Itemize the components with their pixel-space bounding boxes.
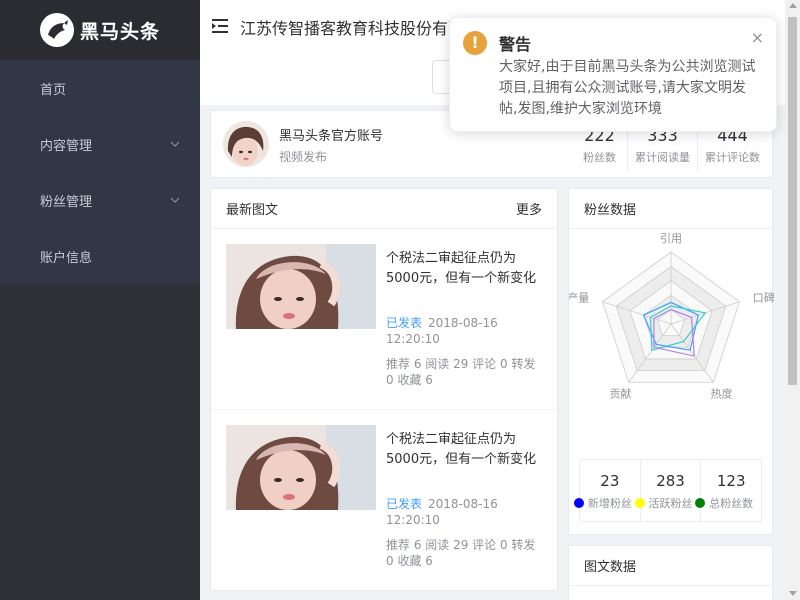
stat-value: 333 <box>647 129 678 145</box>
legend-dot <box>574 498 584 508</box>
sidebar: 黑马头条 首页 内容管理 粉丝管理 账户信息 <box>0 0 200 600</box>
article-status: 已发表 <box>386 316 423 330</box>
more-link[interactable]: 更多 <box>516 199 542 218</box>
card-header: 粉丝数据 <box>569 189 772 229</box>
scrollbar-thumb[interactable] <box>788 17 797 385</box>
fans-radar-chart: 引用口碑热度 贡献 产量 <box>569 231 774 401</box>
latest-articles-card: 最新图文 更多 个税法二审起征点仍为5000元，但有一个新变化 已发表 2018-… <box>210 188 558 591</box>
list-item[interactable]: 个税法二审起征点仍为5000元，但有一个新变化 已发表 2018-08-16 12… <box>211 229 557 409</box>
fan-stat-active: 283 活跃粉丝 <box>634 460 701 521</box>
article-stats: 推荐 6 阅读 29 评论 0 转发 0 收藏 6 <box>386 538 536 568</box>
fan-stat-value: 123 <box>716 472 746 490</box>
article-thumbnail <box>226 244 376 329</box>
fan-stats: 23 新增粉丝 283 活跃粉丝 123 总粉丝数 <box>574 459 762 522</box>
sidebar-item-label: 账户信息 <box>40 250 93 266</box>
fan-stat-label: 新增粉丝 <box>587 497 632 510</box>
article-title[interactable]: 个税法二审起征点仍为5000元，但有一个新变化 <box>386 430 546 470</box>
chevron-down-icon <box>170 197 180 203</box>
radar-axis-label: 贡献 <box>609 387 631 401</box>
sidebar-item-home[interactable]: 首页 <box>0 60 200 116</box>
fan-stat-label: 活跃粉丝 <box>648 497 693 510</box>
stat-label: 粉丝数 <box>583 151 616 164</box>
fans-data-card: 粉丝数据 引用口碑热度 贡献 产量 23 新增粉丝 283 活跃粉丝 123 总粉丝… <box>568 188 774 535</box>
article-stats: 推荐 6 阅读 29 评论 0 转发 0 收藏 6 <box>386 357 536 387</box>
avatar <box>223 121 269 167</box>
scroll-up-arrow-icon[interactable] <box>789 3 797 8</box>
page-scrollbar[interactable] <box>785 0 800 600</box>
article-meta: 已发表 2018-08-16 12:20:10 <box>386 496 546 528</box>
radar-axis-label: 热度 <box>711 387 733 401</box>
account-name: 黑马头条官方账号 <box>279 129 384 144</box>
stat-value: 444 <box>717 129 748 145</box>
notification-message: 大家好,由于目前黑马头条为公共浏览测试项目,且拥有公众测试账号,请大家文明发帖,… <box>499 59 756 117</box>
chevron-down-icon <box>170 141 180 147</box>
content-data-card: 图文数据 <box>568 545 773 600</box>
sidebar-item-fans-management[interactable]: 粉丝管理 <box>0 172 200 228</box>
card-title: 粉丝数据 <box>584 203 637 218</box>
fan-stat-total: 123 总粉丝数 <box>695 460 761 521</box>
card-header: 最新图文 更多 <box>211 189 557 229</box>
sidebar-item-label: 内容管理 <box>40 138 93 154</box>
fan-stat-value: 23 <box>600 472 620 490</box>
logo[interactable]: 黑马头条 <box>0 0 200 60</box>
sidebar-item-label: 粉丝管理 <box>40 194 93 210</box>
stat-label: 累计评论数 <box>705 151 760 164</box>
radar-axis-label: 口碑 <box>753 291 774 304</box>
legend-dot <box>634 498 645 508</box>
card-title: 最新图文 <box>226 203 279 218</box>
scroll-down-arrow-icon[interactable] <box>789 591 797 596</box>
fan-stat-new: 23 新增粉丝 <box>574 460 640 521</box>
fan-stat-label: 总粉丝数 <box>709 497 754 510</box>
article-thumbnail <box>226 425 376 510</box>
sidebar-item-label: 首页 <box>40 82 67 98</box>
sidebar-menu: 首页 内容管理 粉丝管理 账户信息 <box>0 60 200 284</box>
card-title: 图文数据 <box>584 560 637 575</box>
sidebar-item-content-management[interactable]: 内容管理 <box>0 116 200 172</box>
card-header: 图文数据 <box>569 546 772 586</box>
list-item[interactable]: 个税法二审起征点仍为5000元，但有一个新变化 已发表 2018-08-16 12… <box>211 409 557 589</box>
sidebar-item-account-info[interactable]: 账户信息 <box>0 228 200 284</box>
warning-notification: ! 警告 × 大家好,由于目前黑马头条为公共浏览测试项目,且拥有公众测试账号,请… <box>449 17 777 132</box>
brand-name: 黑马头条 <box>80 20 161 43</box>
stat-value: 222 <box>584 129 615 145</box>
warning-icon: ! <box>463 31 487 55</box>
article-meta: 已发表 2018-08-16 12:20:10 <box>386 315 546 347</box>
article-status: 已发表 <box>386 497 423 511</box>
stat-label: 累计阅读量 <box>635 151 690 164</box>
radar-axis-label: 产量 <box>569 290 589 304</box>
menu-fold-icon[interactable] <box>212 18 230 34</box>
account-subtitle: 视频发布 <box>279 150 328 164</box>
notification-title: 警告 <box>499 35 532 54</box>
close-icon[interactable]: × <box>751 30 764 46</box>
horse-logo-icon <box>40 13 74 47</box>
radar-axis-label: 引用 <box>660 231 682 245</box>
fan-stat-value: 283 <box>656 472 685 490</box>
article-title[interactable]: 个税法二审起征点仍为5000元，但有一个新变化 <box>386 249 546 289</box>
